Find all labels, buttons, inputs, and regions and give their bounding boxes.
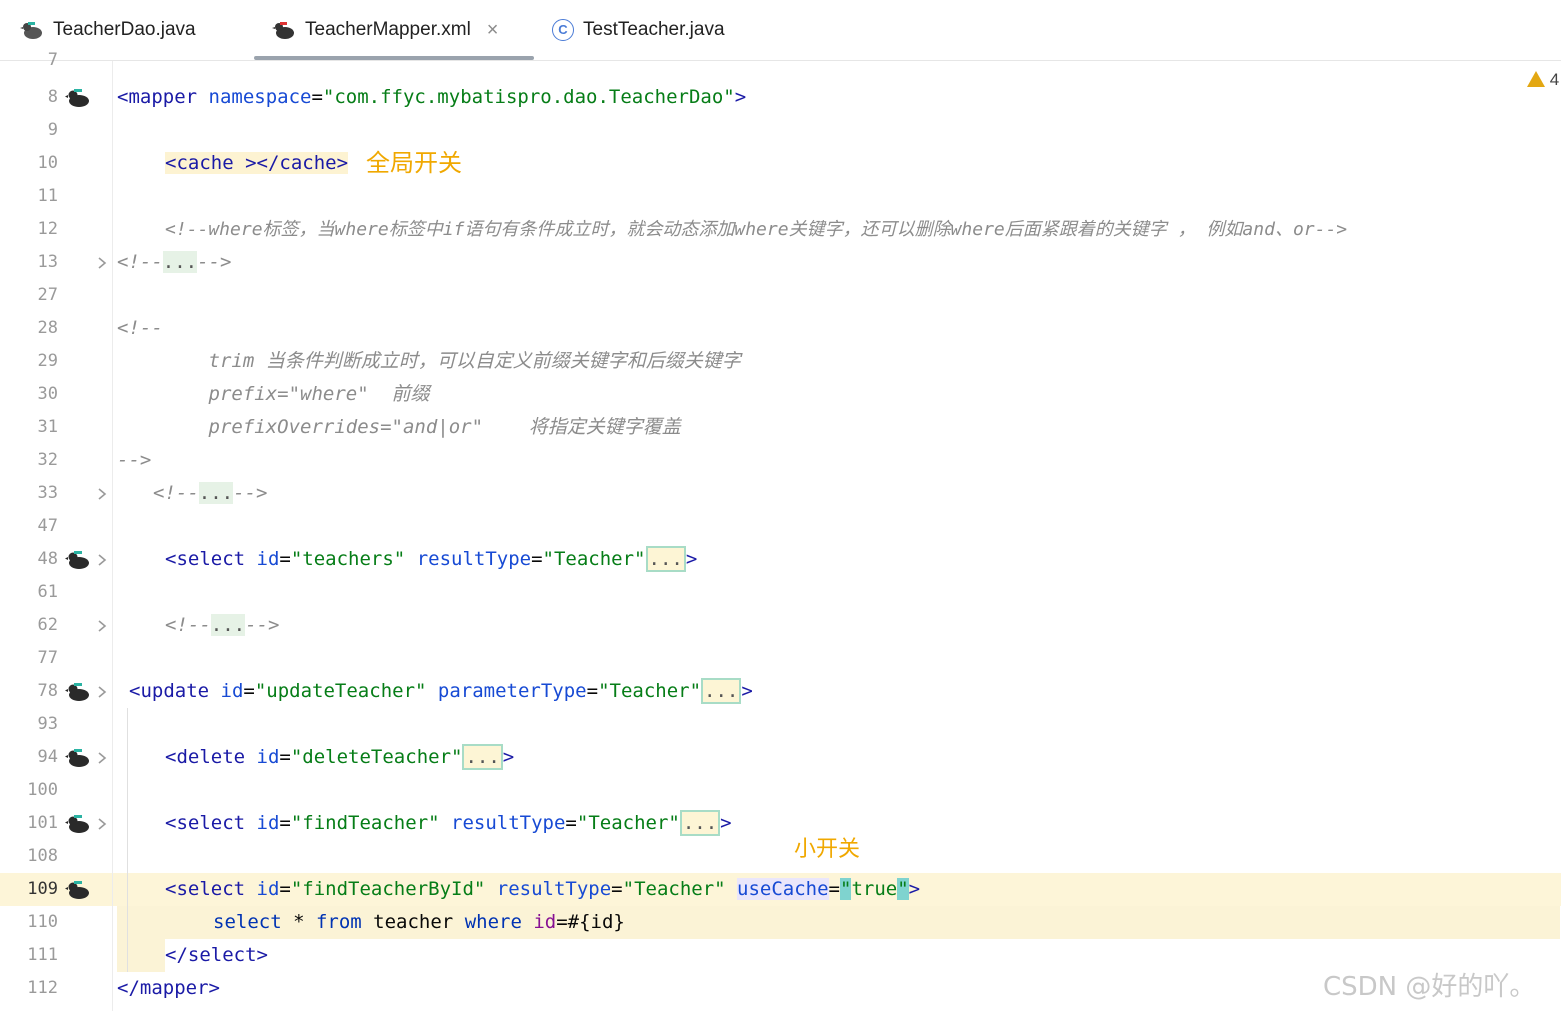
line-number-current: 109: [27, 879, 58, 899]
line-number: 61: [37, 582, 58, 602]
fold-expand-icon[interactable]: [96, 619, 108, 633]
line-number: 108: [27, 846, 58, 866]
folded-region[interactable]: ...: [162, 251, 198, 273]
code-line-101: <select id="findTeacher" resultType="Tea…: [165, 810, 732, 836]
tab-label: TeacherDao.java: [53, 19, 196, 40]
line-number: 28: [37, 318, 58, 338]
line-number: 112: [27, 978, 58, 998]
line-number: 77: [37, 648, 58, 668]
tab-label: TeacherMapper.xml: [305, 19, 471, 40]
line-number: 11: [37, 186, 58, 206]
mybatis-bird-icon: [20, 22, 42, 39]
annotation-local-switch: 小开关: [794, 837, 861, 862]
code-line-13: <!--...-->: [117, 251, 232, 273]
line-number: 110: [27, 912, 58, 932]
line-number: 13: [37, 252, 58, 272]
folded-region[interactable]: ...: [198, 482, 234, 504]
mybatis-bird-icon: [272, 22, 294, 39]
code-line-48: <select id="teachers" resultType="Teache…: [165, 546, 698, 572]
tab-testteacher-java[interactable]: C TestTeacher.java: [552, 0, 725, 60]
code-line-28: <!--: [117, 317, 163, 339]
code-line-29: trim 当条件判断成立时，可以自定义前缀关键字和后缀关键字: [117, 350, 741, 372]
fold-expand-icon[interactable]: [96, 256, 108, 270]
code-line-33: <!--...-->: [153, 482, 268, 504]
line-number: 9: [47, 120, 58, 140]
editor-tab-bar: TeacherDao.java TeacherMapper.xml × C Te…: [0, 0, 1561, 61]
code-line-10: <cache ></cache>: [165, 152, 349, 174]
code-line-110: select * from teacher where id=#{id}: [213, 911, 625, 933]
code-line-94: <delete id="deleteTeacher"... >: [165, 744, 515, 770]
annotation-global-switch: 全局开关: [366, 149, 462, 177]
usecache-attribute: useCache: [737, 878, 829, 900]
tab-label: TestTeacher.java: [583, 19, 725, 40]
line-number: 10: [37, 153, 58, 173]
class-icon: C: [552, 19, 574, 41]
line-number: 8: [47, 87, 58, 107]
fold-expand-icon[interactable]: [96, 751, 108, 765]
folded-region[interactable]: ...: [701, 678, 742, 704]
mybatis-navigate-icon[interactable]: [65, 746, 91, 770]
code-line-30: prefix="where" 前缀: [117, 383, 430, 405]
code-line-112: </mapper>: [117, 977, 220, 999]
line-number: 62: [37, 615, 58, 635]
line-number: 48: [37, 549, 58, 569]
close-tab-icon[interactable]: ×: [487, 19, 499, 42]
code-line-78: <update id="updateTeacher" parameterType…: [129, 678, 753, 704]
fold-expand-icon[interactable]: [96, 685, 108, 699]
line-number: 27: [37, 285, 58, 305]
code-line-12: <!--where标签，当where标签中if语句有条件成立时，就会动态添加wh…: [165, 219, 1348, 240]
line-number: 33: [37, 483, 58, 503]
line-number: 93: [37, 714, 58, 734]
fold-expand-icon[interactable]: [96, 553, 108, 567]
folded-region[interactable]: ...: [462, 744, 503, 770]
code-line-62: <!--...-->: [165, 614, 280, 636]
fold-expand-icon[interactable]: [96, 487, 108, 501]
line-number: 94: [37, 747, 58, 767]
folded-region[interactable]: ...: [210, 614, 246, 636]
line-number: 31: [37, 417, 58, 437]
line-number: 30: [37, 384, 58, 404]
usecache-value: true: [851, 878, 898, 900]
line-number: 78: [37, 681, 58, 701]
code-line-32: -->: [117, 449, 152, 471]
mybatis-navigate-icon[interactable]: [65, 548, 91, 572]
code-line-8: <mapper namespace="com.ffyc.mybatispro.d…: [117, 86, 747, 108]
line-number: 111: [27, 945, 58, 965]
fold-expand-icon[interactable]: [96, 817, 108, 831]
folded-region[interactable]: ...: [679, 810, 721, 836]
line-number: 12: [37, 219, 58, 239]
mybatis-navigate-icon[interactable]: [65, 86, 91, 110]
code-editor[interactable]: <mapper namespace="com.ffyc.mybatispro.d…: [113, 61, 1561, 1011]
mybatis-navigate-icon[interactable]: [65, 812, 91, 836]
line-number: 100: [27, 780, 58, 800]
code-line-109: <select id="findTeacherById" resultType=…: [165, 878, 921, 900]
mybatis-navigate-icon[interactable]: [65, 680, 91, 704]
line-number: 101: [27, 813, 58, 833]
folded-region[interactable]: ...: [645, 546, 686, 572]
code-line-31: prefixOverrides="and|or" 将指定关键字覆盖: [117, 416, 681, 438]
code-line-111: </select>: [165, 944, 268, 966]
line-number: 29: [37, 351, 58, 371]
tab-teachermapper-xml[interactable]: TeacherMapper.xml ×: [254, 0, 534, 60]
line-number: 47: [37, 516, 58, 536]
watermark: CSDN @好的吖。: [1323, 972, 1536, 1002]
editor-gutter: 7 8 9 10 11 12 13 27 28 29 30 31 32 33 4…: [0, 50, 112, 1011]
mybatis-navigate-icon[interactable]: [65, 878, 91, 902]
line-number: 32: [37, 450, 58, 470]
line-number: 7: [47, 50, 58, 70]
